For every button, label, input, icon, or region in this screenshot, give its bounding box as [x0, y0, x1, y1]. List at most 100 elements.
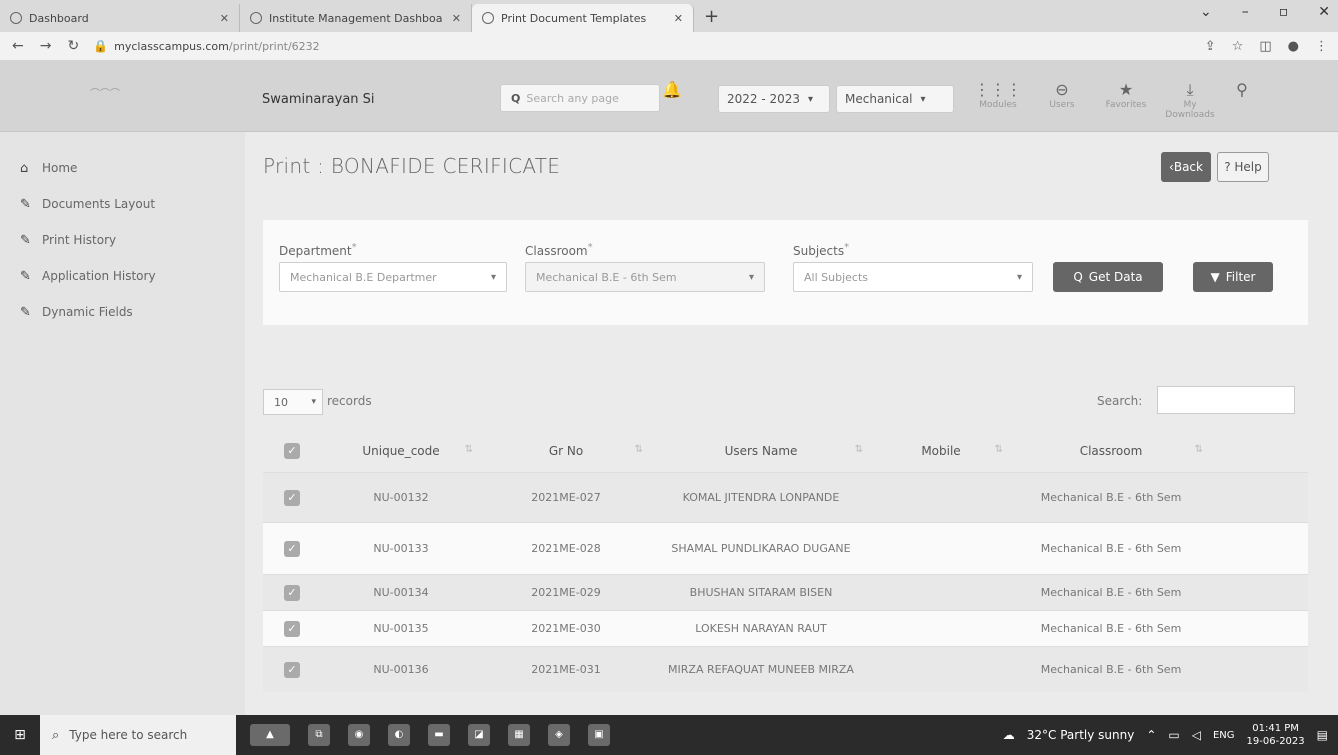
sidebar-item-home[interactable]: ⌂ Home — [0, 150, 245, 186]
landscape-app-icon[interactable]: ▲ — [250, 724, 290, 746]
sidebar-item-application-history[interactable]: ✎ Application History — [0, 258, 245, 294]
select-all-checkbox[interactable]: ✓ — [284, 443, 300, 459]
maximize-icon[interactable]: ▫ — [1279, 4, 1289, 20]
close-icon[interactable]: ✕ — [444, 12, 461, 25]
network-icon[interactable]: ▭ — [1168, 728, 1179, 742]
globe-icon — [10, 12, 22, 24]
user-avatar[interactable]: ⚲ — [1222, 80, 1262, 120]
avatar-icon: ⚲ — [1236, 80, 1248, 99]
tab-institute-dashboard[interactable]: Institute Management Dashboa ✕ — [240, 4, 472, 32]
sidebar-item-print-history[interactable]: ✎ Print History — [0, 222, 245, 258]
sidebar-item-documents-layout[interactable]: ✎ Documents Layout — [0, 186, 245, 222]
sidepanel-icon[interactable]: ◫ — [1259, 39, 1271, 54]
file-explorer-icon[interactable]: ▬ — [428, 724, 450, 746]
help-button[interactable]: ? Help — [1217, 152, 1269, 182]
lock-icon: 🔒 — [93, 39, 109, 53]
profile-icon[interactable]: ● — [1288, 39, 1299, 54]
row-checkbox[interactable]: ✓ — [284, 540, 300, 557]
chevron-down-icon: ▾ — [808, 93, 814, 105]
table-search-input[interactable] — [1157, 386, 1295, 414]
new-tab-button[interactable]: + — [694, 4, 729, 32]
window-app-icon[interactable]: ▣ — [588, 724, 610, 746]
weather-text[interactable]: 32°C Partly sunny — [1027, 728, 1135, 742]
close-icon[interactable]: ✕ — [212, 12, 229, 25]
table-row[interactable]: ✓ NU-00132 2021ME-027 KOMAL JITENDRA LON… — [263, 472, 1308, 522]
classroom-label-text: Classroom — [525, 244, 588, 258]
sidebar-item-dynamic-fields[interactable]: ✎ Dynamic Fields — [0, 294, 245, 330]
cell-classroom: Mechanical B.E - 6th Sem — [1040, 663, 1182, 676]
menu-icon[interactable]: ⋮ — [1315, 39, 1328, 54]
academic-year-select[interactable]: 2022 - 2023 ▾ — [718, 85, 830, 113]
notifications-icon[interactable]: ▤ — [1317, 728, 1328, 742]
institute-logo[interactable]: ⌒⌒⌒ — [50, 80, 160, 110]
modules-button[interactable]: ⋮⋮⋮ Modules — [966, 80, 1030, 120]
col-header-gr-no[interactable]: Gr No ⇅ — [481, 444, 651, 458]
search-icon: ⌕ — [52, 727, 60, 743]
table-row[interactable]: ✓ NU-00134 2021ME-029 BHUSHAN SITARAM BI… — [263, 574, 1308, 610]
department-select[interactable]: Mechanical B.E Departmer ▾ — [279, 262, 507, 292]
taskbar-search-input[interactable]: ⌕ Type here to search — [40, 715, 236, 755]
task-view-icon[interactable]: ⧉ — [308, 724, 330, 746]
store-icon[interactable]: ◪ — [468, 724, 490, 746]
table-row[interactable]: ✓ NU-00136 2021ME-031 MIRZA REFAQUAT MUN… — [263, 646, 1308, 692]
minimize-icon[interactable]: – — [1242, 4, 1249, 20]
table-row[interactable]: ✓ NU-00133 2021ME-028 SHAMAL PUNDLIKARAO… — [263, 522, 1308, 574]
clock[interactable]: 01:41 PM 19-06-2023 — [1247, 722, 1305, 748]
windows-start-icon[interactable]: ⊞ — [0, 727, 40, 743]
volume-icon[interactable]: ◁ — [1192, 728, 1201, 742]
back-button[interactable]: ‹Back — [1161, 152, 1211, 182]
tab-label: Dashboard — [29, 11, 89, 25]
subjects-select[interactable]: All Subjects ▾ — [793, 262, 1033, 292]
filter-button[interactable]: ▼ Filter — [1193, 262, 1273, 292]
url-field[interactable]: myclasscampus.com/print/print/6232 — [114, 40, 320, 53]
app-icon[interactable]: ◈ — [548, 724, 570, 746]
cell-gr-no: 2021ME-028 — [531, 542, 601, 555]
sort-icon: ⇅ — [464, 444, 473, 455]
filter-label: Filter — [1225, 270, 1256, 284]
page-search-input[interactable]: Q Search any page — [500, 84, 660, 112]
calculator-icon[interactable]: ▦ — [508, 724, 530, 746]
edge-icon[interactable]: ◐ — [388, 724, 410, 746]
sort-icon: ⇅ — [1194, 444, 1203, 455]
close-window-icon[interactable]: ✕ — [1318, 4, 1330, 20]
department-label: Department* — [279, 242, 357, 258]
row-checkbox[interactable]: ✓ — [284, 620, 300, 637]
share-icon[interactable]: ⇪ — [1205, 39, 1216, 54]
classroom-select[interactable]: Mechanical B.E - 6th Sem ▾ — [525, 262, 765, 292]
window-controls: ⌄ – ▫ ✕ — [1200, 4, 1330, 20]
forward-arrow-icon[interactable]: → — [40, 38, 52, 54]
col-header-classroom[interactable]: Classroom ⇅ — [1011, 444, 1211, 458]
bookmark-star-icon[interactable]: ☆ — [1232, 39, 1244, 54]
close-icon[interactable]: ✕ — [666, 12, 683, 25]
url-path: /print/print/6232 — [228, 39, 320, 53]
chevron-up-icon[interactable]: ⌃ — [1146, 728, 1156, 742]
downloads-button[interactable]: ⤓ My Downloads — [1158, 80, 1222, 120]
back-arrow-icon[interactable]: ← — [12, 38, 24, 54]
row-checkbox[interactable]: ✓ — [284, 661, 300, 678]
language-indicator[interactable]: ENG — [1213, 730, 1235, 741]
table-row[interactable]: ✓ NU-00135 2021ME-030 LOKESH NARAYAN RAU… — [263, 610, 1308, 646]
select-all-cell: ✓ — [263, 443, 321, 459]
filter-icon: ▼ — [1210, 270, 1220, 284]
row-checkbox[interactable]: ✓ — [284, 584, 300, 601]
chevron-down-icon: ▾ — [311, 397, 316, 407]
records-per-page-select[interactable]: 10 ▾ — [263, 389, 323, 415]
cell-users-name: MIRZA REFAQUAT MUNEEB MIRZA — [668, 663, 854, 676]
get-data-button[interactable]: Q Get Data — [1053, 262, 1163, 292]
favorites-button[interactable]: ★ Favorites — [1094, 80, 1158, 120]
favorites-label: Favorites — [1105, 100, 1147, 110]
branch-select[interactable]: Mechanical ▾ — [836, 85, 954, 113]
tab-dashboard[interactable]: Dashboard ✕ — [0, 4, 240, 32]
cell-unique-code: NU-00132 — [373, 491, 429, 504]
notification-bell-icon[interactable]: 🔔 — [662, 80, 682, 99]
col-header-mobile[interactable]: Mobile ⇅ — [871, 444, 1011, 458]
col-label: Gr No — [548, 444, 584, 458]
chevron-down-icon[interactable]: ⌄ — [1200, 4, 1212, 20]
users-button[interactable]: ⊖ Users — [1030, 80, 1094, 120]
row-checkbox[interactable]: ✓ — [284, 489, 300, 506]
col-header-users-name[interactable]: Users Name ⇅ — [651, 444, 871, 458]
reload-icon[interactable]: ↻ — [67, 38, 79, 54]
chrome-icon[interactable]: ◉ — [348, 724, 370, 746]
tab-print-templates[interactable]: Print Document Templates ✕ — [472, 4, 694, 32]
col-header-unique-code[interactable]: Unique_code ⇅ — [321, 444, 481, 458]
